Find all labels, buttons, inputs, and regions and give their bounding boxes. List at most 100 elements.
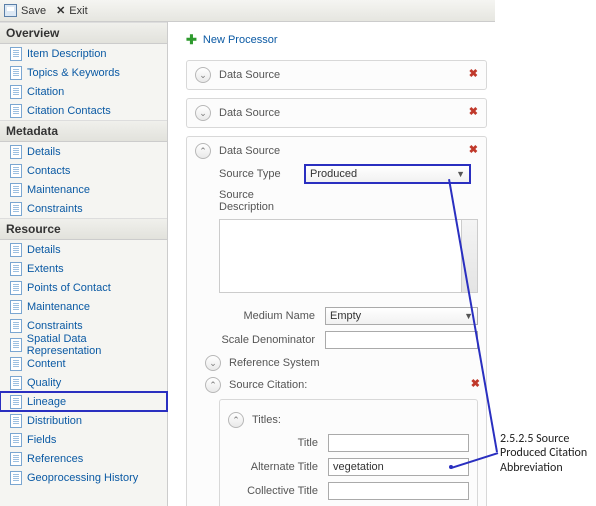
titles-label: Titles: (252, 414, 281, 426)
alt-title-input[interactable]: vegetation (328, 458, 469, 476)
source-type-select[interactable]: Produced ▼ (305, 165, 470, 183)
section-header-overview: Overview (0, 22, 167, 44)
section-header-resource: Resource (0, 218, 167, 240)
medium-name-value: Empty (330, 310, 361, 322)
sidebar-item-label: Contacts (27, 165, 70, 177)
source-desc-label: Source Description (195, 189, 305, 213)
source-type-value: Produced (310, 168, 357, 180)
expand-toggle[interactable]: ⌄ (195, 105, 211, 121)
page-icon (10, 183, 22, 197)
source-type-label: Source Type (195, 168, 305, 180)
sidebar-item-res-quality[interactable]: Quality (0, 373, 167, 392)
sidebar-item-res-spatial[interactable]: Spatial Data Representation (0, 335, 167, 354)
sidebar-item-res-content[interactable]: Content (0, 354, 167, 373)
sidebar-item-label: Constraints (27, 320, 83, 332)
sidebar-item-res-extents[interactable]: Extents (0, 259, 167, 278)
page-icon (10, 338, 22, 352)
save-label: Save (21, 5, 46, 17)
sidebar-item-res-geoproc[interactable]: Geoprocessing History (0, 468, 167, 487)
plus-icon: ✚ (186, 32, 197, 48)
coll-title-label: Collective Title (228, 485, 328, 497)
sidebar-item-label: Maintenance (27, 184, 90, 196)
sidebar-item-md-maintenance[interactable]: Maintenance (0, 180, 167, 199)
sidebar-item-label: Geoprocessing History (27, 472, 138, 484)
page-icon (10, 262, 22, 276)
page-icon (10, 164, 22, 178)
new-processor-link[interactable]: ✚ New Processor (186, 32, 487, 48)
collapse-toggle[interactable]: ⌃ (205, 377, 221, 393)
title-input[interactable] (328, 434, 469, 452)
page-icon (10, 376, 22, 390)
sidebar-item-md-contacts[interactable]: Contacts (0, 161, 167, 180)
sidebar-item-res-references[interactable]: References (0, 449, 167, 468)
toolbar: Save ✕ Exit (0, 0, 495, 22)
sidebar-item-label: Fields (27, 434, 56, 446)
reference-system-label: Reference System (229, 357, 319, 369)
titles-panel: ⌃ Titles: Title Alternate Title vegetati… (219, 399, 478, 506)
sidebar-item-label: Item Description (27, 48, 106, 60)
sidebar-item-label: Details (27, 146, 61, 158)
sidebar-item-label: Points of Contact (27, 282, 111, 294)
sidebar-item-citation-contacts[interactable]: Citation Contacts (0, 101, 167, 120)
sidebar-item-res-poc[interactable]: Points of Contact (0, 278, 167, 297)
main-panel: ✚ New Processor ⌄ Data Source ✖ ⌄ Data S… (168, 22, 495, 506)
collapse-toggle[interactable]: ⌃ (228, 412, 244, 428)
page-icon (10, 395, 22, 409)
panel-title: Data Source (219, 69, 280, 81)
medium-name-select[interactable]: Empty ▼ (325, 307, 478, 325)
scale-denom-input[interactable] (325, 331, 478, 349)
data-source-panel-2: ⌄ Data Source ✖ (186, 98, 487, 128)
sidebar-item-md-details[interactable]: Details (0, 142, 167, 161)
sidebar-item-item-description[interactable]: Item Description (0, 44, 167, 63)
sidebar-item-res-details[interactable]: Details (0, 240, 167, 259)
panel-title: Data Source (219, 145, 280, 157)
sidebar-item-label: Maintenance (27, 301, 90, 313)
exit-button[interactable]: ✕ Exit (56, 4, 88, 17)
sidebar-item-label: Extents (27, 263, 64, 275)
chevron-down-icon: ▼ (456, 169, 465, 179)
remove-panel-button[interactable]: ✖ (469, 143, 478, 156)
annotation-callout: 2.5.2.5 Source Produced Citation Abbrevi… (500, 432, 594, 475)
remove-panel-button[interactable]: ✖ (469, 105, 478, 118)
sidebar-item-md-constraints[interactable]: Constraints (0, 199, 167, 218)
page-icon (10, 202, 22, 216)
sidebar-item-label: Citation (27, 86, 64, 98)
coll-title-input[interactable] (328, 482, 469, 500)
remove-citation-button[interactable]: ✖ (471, 377, 480, 390)
sidebar-item-topics-keywords[interactable]: Topics & Keywords (0, 63, 167, 82)
page-icon (10, 47, 22, 61)
page-icon (10, 414, 22, 428)
sidebar-item-label: Quality (27, 377, 61, 389)
sidebar-item-res-maintenance[interactable]: Maintenance (0, 297, 167, 316)
title-label: Title (228, 437, 328, 449)
sidebar-item-label: Spatial Data Representation (27, 333, 161, 357)
sidebar-item-citation[interactable]: Citation (0, 82, 167, 101)
sidebar-item-res-distribution[interactable]: Distribution (0, 411, 167, 430)
save-button[interactable]: Save (4, 4, 46, 17)
source-desc-textarea[interactable] (219, 219, 478, 293)
page-icon (10, 243, 22, 257)
page-icon (10, 471, 22, 485)
page-icon (10, 281, 22, 295)
expand-toggle[interactable]: ⌄ (195, 67, 211, 83)
source-citation-label: Source Citation: (229, 379, 307, 391)
exit-label: Exit (69, 5, 87, 17)
remove-panel-button[interactable]: ✖ (469, 67, 478, 80)
page-icon (10, 452, 22, 466)
panel-title: Data Source (219, 107, 280, 119)
sidebar-item-res-lineage[interactable]: Lineage (0, 392, 167, 411)
page-icon (10, 319, 22, 333)
sidebar-item-label: Distribution (27, 415, 82, 427)
expand-toggle[interactable]: ⌄ (205, 355, 221, 371)
collapse-toggle[interactable]: ⌃ (195, 143, 211, 159)
page-icon (10, 66, 22, 80)
page-icon (10, 357, 22, 371)
section-header-metadata: Metadata (0, 120, 167, 142)
sidebar-item-label: References (27, 453, 83, 465)
alt-title-label: Alternate Title (228, 461, 328, 473)
sidebar-item-res-fields[interactable]: Fields (0, 430, 167, 449)
data-source-panel-3: ⌃ Data Source ✖ Source Type Produced ▼ S… (186, 136, 487, 506)
sidebar: Overview Item Description Topics & Keywo… (0, 22, 168, 506)
page-icon (10, 145, 22, 159)
sidebar-item-label: Citation Contacts (27, 105, 111, 117)
